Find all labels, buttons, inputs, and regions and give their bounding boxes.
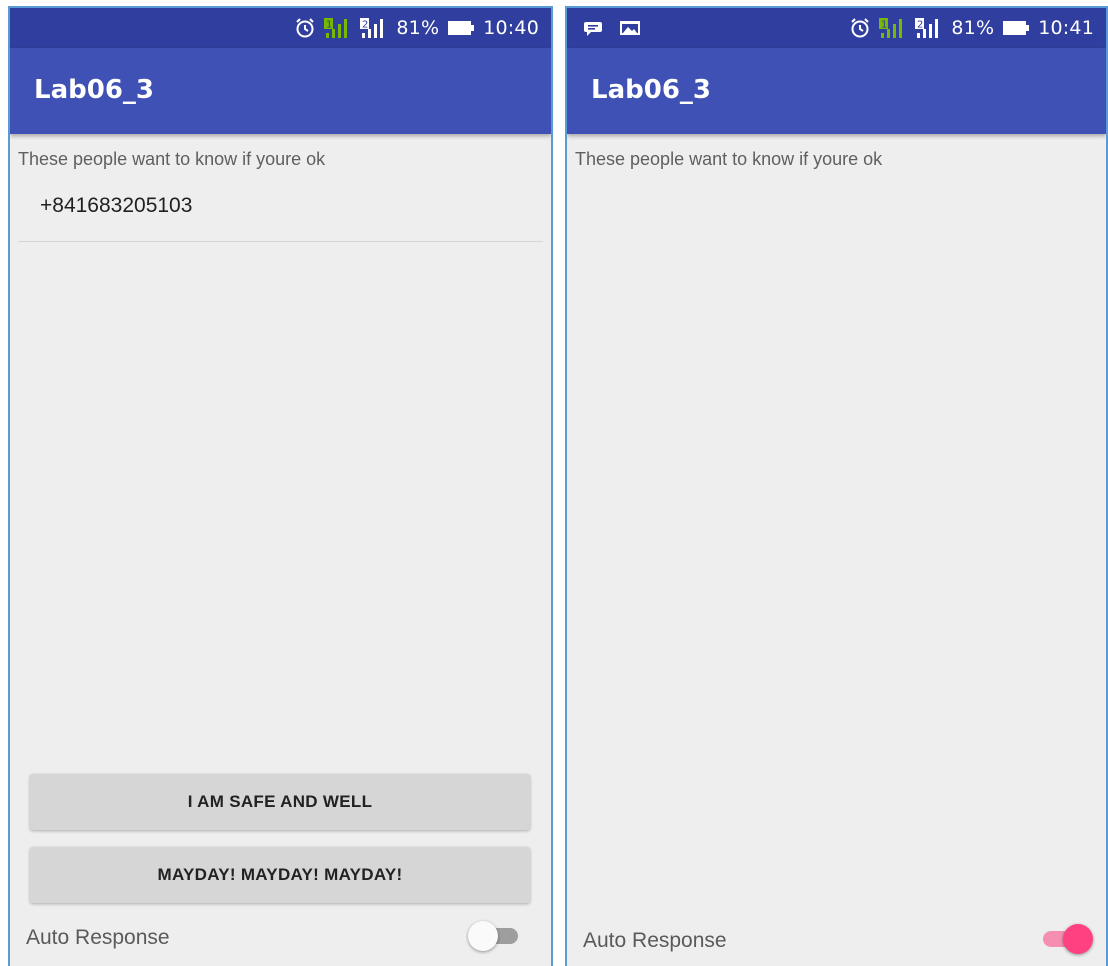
safe-and-well-button[interactable]: I AM SAFE AND WELL [30,774,530,830]
svg-text:2: 2 [917,20,923,31]
battery-percent: 81% [951,17,995,39]
contacts-caption: These people want to know if youre ok [18,149,326,169]
screen-after: 1 2 81% 10:41 Lab06_3 These people want … [565,6,1108,966]
auto-response-switch[interactable] [468,921,524,951]
message-icon [583,18,603,38]
image-icon [619,19,641,37]
sim2-signal-icon: 2 [915,17,943,39]
screen-before: 1 2 81% 10:40 Lab06_3 These people want … [8,6,553,966]
auto-response-label: Auto Response [583,929,727,952]
sim1-signal-icon: 1 [879,17,907,39]
list-divider [18,241,543,242]
status-icons: 1 2 81% 10:41 [849,17,1106,39]
contacts-caption: These people want to know if youre ok [575,149,883,169]
battery-icon [1002,19,1030,37]
status-time: 10:41 [1038,17,1094,39]
battery-percent: 81% [396,17,440,39]
app-bar: Lab06_3 [567,48,1106,134]
auto-response-switch[interactable] [1037,924,1093,954]
alarm-icon [849,17,871,39]
contact-list-item[interactable]: +841683205103 [40,194,192,218]
app-title: Lab06_3 [34,75,154,105]
svg-text:1: 1 [326,20,332,31]
status-bar: 1 2 81% 10:40 [10,8,551,48]
status-bar: 1 2 81% 10:41 [567,8,1106,48]
sim1-signal-icon: 1 [324,17,352,39]
switch-thumb [468,921,498,951]
switch-thumb [1063,924,1093,954]
app-title: Lab06_3 [591,75,711,105]
svg-text:2: 2 [362,20,368,31]
mayday-button[interactable]: MAYDAY! MAYDAY! MAYDAY! [30,847,530,903]
svg-text:1: 1 [881,20,887,31]
sim2-signal-icon: 2 [360,17,388,39]
alarm-icon [294,17,316,39]
battery-icon [447,19,475,37]
app-bar: Lab06_3 [10,48,551,134]
status-time: 10:40 [483,17,539,39]
auto-response-label: Auto Response [26,926,170,949]
status-icons: 1 2 81% 10:40 [294,17,551,39]
notification-icons [567,18,641,38]
